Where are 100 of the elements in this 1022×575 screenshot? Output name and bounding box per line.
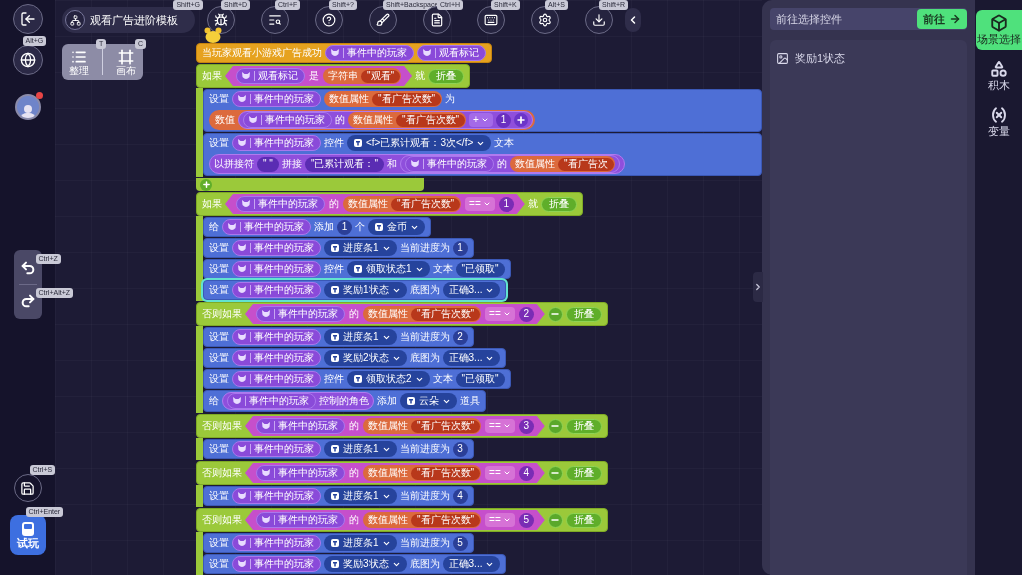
number-value[interactable]: 5 [452, 535, 468, 551]
dropdown[interactable]: <f>已累计观看：3次</f> [347, 135, 492, 151]
dropdown[interactable]: 正确3... [442, 556, 501, 572]
dropdown[interactable]: 云朵 [400, 393, 457, 409]
attribute-value[interactable]: "看广告次数" [411, 466, 481, 480]
number-value[interactable]: 2 [518, 306, 534, 322]
statement-block[interactable]: 设置 事件中的玩家 数值属性 "看广告次数" 为 数值 事件中的玩家 的 数值属性 "看广告次数" + 1 [203, 89, 762, 132]
else-if-block[interactable]: 否则如果 事件中的玩家 的 数值属性 "看广告次数" == 3 折叠 [196, 414, 608, 438]
else-if-block[interactable]: 否则如果 事件中的玩家 的 数值属性 "看广告次数" == 5 折叠 [196, 508, 608, 532]
dropdown[interactable]: 金币 [368, 219, 425, 235]
statement-block[interactable]: 给 事件中的玩家 控制的角色 添加 云朵 道具 [203, 390, 486, 412]
statement-block[interactable]: 设置 事件中的玩家 控件 <f>已累计观看：3次</f> 文本 以拼接符 " " 拼接 "已累计观看：" 和 事件中的玩家 的 数值属性 "看广告次 [203, 133, 762, 176]
string-value[interactable]: "已领取" [455, 261, 505, 277]
variable-pill[interactable]: 事件中的玩家 [232, 261, 321, 277]
number-value[interactable]: 1 [452, 240, 468, 256]
variable-pill[interactable]: 事件中的玩家 [232, 371, 321, 387]
side-tab[interactable]: 积木 [976, 56, 1022, 96]
variable-pill[interactable]: 事件中的玩家 [256, 512, 345, 528]
variable-pill[interactable]: 事件中的玩家 [232, 240, 321, 256]
variable-pill[interactable]: 事件中的玩家 [227, 393, 316, 409]
toolbar-button[interactable] [531, 6, 559, 34]
attribute-value[interactable]: "看广告次数" [411, 307, 481, 321]
variable-pill[interactable]: 事件中的玩家 [232, 329, 321, 345]
statement-block[interactable]: 设置 事件中的玩家 进度条1 当前进度为 1 [203, 238, 474, 258]
dropdown[interactable]: 领取状态2 [347, 371, 430, 387]
number-value[interactable]: 4 [452, 488, 468, 504]
dropdown[interactable]: 进度条1 [324, 488, 397, 504]
attribute-value[interactable]: "看广告次数" [396, 113, 466, 127]
widget-list-item[interactable]: 奖励1状态 [776, 50, 961, 67]
expression-pill[interactable]: 事件中的玩家 的 数值属性 "看广告次 [400, 155, 620, 173]
if-block[interactable]: 如果 事件中的玩家 的 数值属性 "看广告次数" == 1 就 折叠 [196, 192, 583, 216]
variable-pill[interactable]: 事件中的玩家 [256, 418, 345, 434]
dropdown[interactable]: 正确3... [442, 282, 501, 298]
attribute-pill[interactable]: 数值属性 "看广告次数" [363, 306, 482, 322]
attribute-pill[interactable]: 数值属性 "看广告次 [510, 156, 615, 172]
variable-pill[interactable]: 事件中的玩家 [243, 112, 332, 128]
exit-button[interactable] [12, 4, 43, 34]
variable-pill[interactable]: 事件中的玩家 [232, 488, 321, 504]
variable-pill[interactable]: 观看标记 [236, 68, 305, 84]
variable-pill[interactable]: 事件中的玩家 [232, 535, 321, 551]
search-field[interactable]: 前往选择控件 前往 [770, 8, 967, 30]
attribute-value[interactable]: "看广告次数" [372, 92, 442, 106]
dropdown[interactable]: 进度条1 [324, 535, 397, 551]
variable-pill[interactable]: 事件中的玩家 [232, 135, 321, 151]
toolbar-button[interactable] [477, 6, 505, 34]
statement-block[interactable]: 设置 事件中的玩家 奖励3状态 底图为 正确3... [203, 554, 507, 574]
dropdown[interactable]: 进度条1 [324, 240, 397, 256]
else-if-block[interactable]: 否则如果 事件中的玩家 的 数值属性 "看广告次数" == 4 折叠 [196, 461, 608, 485]
toolbar-button[interactable] [261, 6, 289, 34]
collapse-panel-button[interactable] [753, 272, 763, 302]
number-value[interactable]: 3 [452, 441, 468, 457]
variable-pill[interactable]: 事件中的玩家 [232, 441, 321, 457]
variable-pill[interactable]: 事件中的玩家 [236, 196, 325, 212]
go-button[interactable]: 前往 [917, 9, 967, 29]
attribute-pill[interactable]: 数值属性 "看广告次数" [363, 418, 482, 434]
number-value[interactable]: 2 [452, 329, 468, 345]
if-block[interactable]: 如果 观看标记 是 字符串 "观看" 就 折叠 [196, 64, 471, 88]
statement-block[interactable]: 设置 事件中的玩家 控件 领取状态1 文本 "已领取" [203, 259, 511, 279]
attribute-pill[interactable]: 数值属性 "看广告次数" [363, 465, 482, 481]
expression-pill[interactable]: 事件中的玩家 控制的角色 [222, 392, 374, 410]
attribute-pill[interactable]: 数值属性 "看广告次数" [363, 512, 482, 528]
add-branch-button[interactable] [200, 178, 212, 191]
attribute-value[interactable]: "观看" [361, 69, 401, 83]
string-value[interactable]: " " [257, 156, 279, 172]
toolbar-button[interactable] [585, 6, 613, 34]
variable-pill[interactable]: 事件中的玩家 [232, 91, 321, 107]
attribute-pill[interactable]: 字符串 "观看" [323, 68, 402, 84]
variable-pill[interactable]: 观看标记 [417, 45, 486, 61]
side-tab[interactable]: 场景选择 [976, 10, 1022, 50]
variable-pill[interactable]: 事件中的玩家 [405, 156, 494, 172]
string-value[interactable]: "已领取" [455, 371, 505, 387]
variable-pill[interactable]: 事件中的玩家 [232, 350, 321, 366]
statement-block[interactable]: 设置 事件中的玩家 奖励2状态 底图为 正确3... [203, 348, 507, 368]
dropdown[interactable]: 领取状态1 [347, 261, 430, 277]
attribute-value[interactable]: "看广告次 [558, 157, 614, 171]
attribute-value[interactable]: "看广告次数" [411, 419, 481, 433]
add-button[interactable] [513, 113, 528, 127]
variable-pill[interactable]: 事件中的玩家 [256, 306, 345, 322]
globe-button[interactable] [12, 45, 43, 75]
variable-pill[interactable]: 事件中的玩家 [222, 219, 311, 235]
dropdown[interactable]: 进度条1 [324, 441, 397, 457]
value-pill[interactable]: 数值 事件中的玩家 的 数值属性 "看广告次数" + 1 [209, 110, 535, 130]
attribute-pill[interactable]: 数值属性 "看广告次数" [348, 112, 467, 128]
expression-pill[interactable]: 事件中的玩家 的 数值属性 "看广告次数" + 1 [238, 111, 533, 129]
attribute-value[interactable]: "看广告次数" [391, 197, 461, 211]
statement-block[interactable]: 设置 事件中的玩家 进度条1 当前进度为 2 [203, 327, 474, 347]
side-tab[interactable]: 变量 [976, 102, 1022, 142]
number-value[interactable]: 1 [495, 112, 511, 128]
variable-pill[interactable]: 事件中的玩家 [232, 282, 321, 298]
avatar[interactable] [14, 94, 41, 120]
statement-block[interactable]: 设置 事件中的玩家 进度条1 当前进度为 4 [203, 486, 474, 506]
play-button[interactable]: 试玩 [9, 515, 46, 555]
number-value[interactable]: 3 [518, 418, 534, 434]
else-if-block[interactable]: 否则如果 事件中的玩家 的 数值属性 "看广告次数" == 2 折叠 [196, 302, 608, 326]
toolbar-button[interactable] [315, 6, 343, 34]
statement-block[interactable]: 设置 事件中的玩家 奖励1状态 底图为 正确3... [203, 280, 507, 300]
attribute-pill[interactable]: 数值属性 "看广告次数" [343, 196, 462, 212]
expression-pill[interactable]: 以拼接符 " " 拼接 "已累计观看：" 和 事件中的玩家 的 数值属性 "看广告次 [209, 154, 625, 174]
dropdown[interactable]: 奖励3状态 [324, 556, 407, 572]
operator-dropdown[interactable]: + [469, 113, 493, 127]
